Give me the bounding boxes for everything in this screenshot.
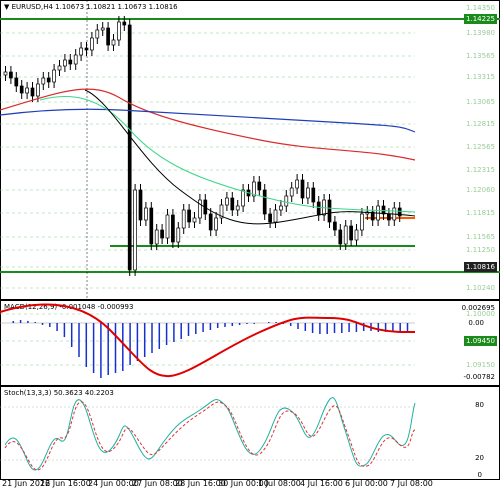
moving-average-green <box>39 95 416 213</box>
candle-body <box>343 225 348 245</box>
candle-body <box>30 87 35 97</box>
price-axis-label: 1.09150 <box>466 361 495 369</box>
candle-body <box>52 69 56 83</box>
candle-body <box>306 187 310 199</box>
candle-body <box>208 213 213 231</box>
candle-body <box>316 201 321 216</box>
candle-body <box>192 217 197 223</box>
candle-body <box>262 189 267 215</box>
price-axis-label: 1.11250 <box>466 246 495 254</box>
price-axis-label: 1.12565 <box>466 143 495 151</box>
candle-body <box>25 87 29 94</box>
candle-body <box>127 24 132 271</box>
macd-scale-zero: 0.00 <box>468 319 484 327</box>
candle-body <box>9 71 13 79</box>
moving-average-red <box>0 88 416 161</box>
candle-body <box>90 37 94 51</box>
candle-body <box>187 209 191 223</box>
candle-body <box>214 217 218 231</box>
candle-body <box>349 225 353 241</box>
candle-body <box>279 205 283 211</box>
macd-scale-top: 0.002695 <box>461 304 495 312</box>
price-axis-label: 1.13565 <box>466 52 495 60</box>
candle-body <box>338 229 343 245</box>
candle-body <box>176 227 181 243</box>
price-axis-label: 1.13980 <box>466 29 495 37</box>
time-axis-label: 4 Jul 16:00 <box>300 479 343 488</box>
candle-body <box>73 54 78 65</box>
time-axis-label: 6 Jul 00:00 <box>345 479 388 488</box>
candle-body <box>165 214 170 239</box>
candle-body <box>149 207 154 245</box>
price-axis-label: 1.11815 <box>466 209 495 217</box>
price-axis-label: 1.10240 <box>466 284 495 292</box>
candle-body <box>95 29 100 39</box>
price-axis-label: 1.14350 <box>466 4 495 12</box>
candle-body <box>273 209 278 223</box>
candle-body <box>241 189 245 207</box>
candle-body <box>333 221 337 231</box>
price-axis-label: 1.10816 <box>464 262 497 272</box>
macd-signal-line <box>0 303 415 378</box>
candle-body <box>144 207 148 221</box>
price-axis-label: 1.12060 <box>466 186 495 194</box>
candle-body <box>327 199 332 223</box>
candle-body <box>100 27 105 31</box>
candle-body <box>257 181 262 191</box>
candle-body <box>381 205 386 215</box>
candle-body <box>300 179 305 199</box>
candle-body <box>79 47 83 56</box>
stoch-scale-top: 80 <box>475 401 484 409</box>
price-axis-label: 1.12815 <box>466 120 495 128</box>
candle-body <box>181 209 186 229</box>
time-axis-label: 7 Jul 08:00 <box>390 479 433 488</box>
candle-body <box>268 213 272 223</box>
price-axis-label: 1.13065 <box>466 98 495 106</box>
time-axis-label: 1 Jul 08:00 <box>258 479 301 488</box>
candle-body <box>57 65 62 71</box>
price-axis-label: 1.09450 <box>464 336 497 346</box>
candle-body <box>36 83 40 97</box>
candle-body <box>295 179 299 189</box>
candle-body <box>230 197 235 211</box>
price-axis-label: 1.14225 <box>464 14 497 24</box>
candle-body <box>63 59 67 67</box>
macd-scale-bottom: -0.00782 <box>463 373 495 381</box>
candle-body <box>68 59 73 65</box>
candle-body <box>41 77 46 85</box>
candle-body <box>122 21 127 26</box>
candle-body <box>46 77 51 83</box>
candle-body <box>14 77 19 87</box>
candle-body <box>138 189 143 221</box>
candle-body <box>284 195 289 207</box>
stoch-main-line <box>4 397 416 471</box>
chart-canvas <box>0 0 500 471</box>
candle-body <box>154 229 159 245</box>
candle-body <box>354 229 359 241</box>
stoch-scale-bottom: 0 <box>477 471 482 479</box>
candle-body <box>133 189 137 271</box>
candle-body <box>171 214 175 243</box>
candle-body <box>360 213 364 231</box>
candle-body <box>225 197 229 206</box>
candle-body <box>160 229 164 239</box>
candle-body <box>387 213 391 221</box>
stoch-scale-mid: 20 <box>475 454 484 462</box>
price-axis-label: 1.11565 <box>466 233 495 241</box>
candle-body <box>117 21 121 41</box>
candle-body <box>289 187 294 197</box>
candle-body <box>311 187 316 203</box>
candle-body <box>111 39 116 46</box>
candle-body <box>106 27 110 46</box>
time-axis-label: 22 Jun 16:00 <box>40 479 91 488</box>
candle-body <box>235 205 240 211</box>
candle-body <box>19 85 24 94</box>
price-axis-label: 1.12315 <box>466 166 495 174</box>
candle-body <box>84 47 89 51</box>
candle-body <box>3 71 8 76</box>
price-axis-label: 1.13315 <box>466 73 495 81</box>
